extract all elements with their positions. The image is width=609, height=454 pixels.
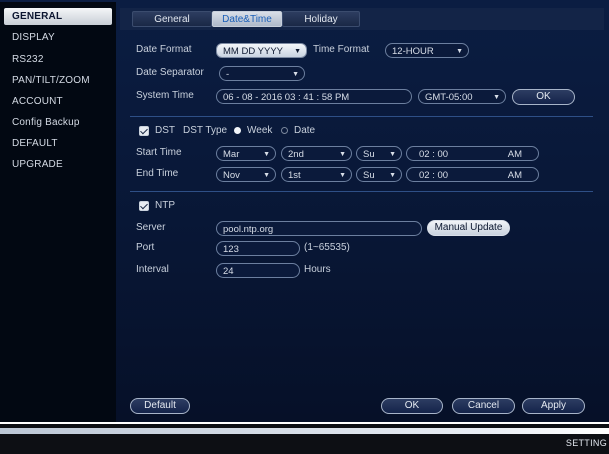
- sidebar-item-rs232[interactable]: RS232: [4, 52, 112, 67]
- start-week-value: 2nd: [288, 149, 304, 160]
- end-time-value: 02 : 00: [419, 170, 449, 181]
- ntp-label: NTP: [155, 200, 175, 211]
- sidebar-item-pan-tilt-zoom[interactable]: PAN/TILT/ZOOM: [4, 73, 112, 88]
- dst-checkbox[interactable]: [139, 126, 149, 136]
- time-format-label: Time Format: [313, 44, 370, 55]
- manual-update-button[interactable]: Manual Update: [427, 220, 510, 236]
- sidebar-item-upgrade[interactable]: UPGRADE: [4, 157, 112, 172]
- start-month-select[interactable]: Mar ▼: [216, 146, 276, 161]
- start-time-value: 02 : 00: [419, 149, 449, 160]
- date-format-label: Date Format: [136, 44, 192, 55]
- timezone-value: GMT-05:00: [425, 92, 473, 103]
- ntp-port-label: Port: [136, 242, 155, 253]
- sidebar-item-general[interactable]: GENERAL: [4, 8, 112, 25]
- ntp-checkbox[interactable]: [139, 201, 149, 211]
- system-time-input[interactable]: 06 - 08 - 2016 03 : 41 : 58 PM: [216, 89, 412, 104]
- divider: [130, 191, 593, 192]
- start-time-label: Start Time: [136, 147, 182, 158]
- end-day-value: Su: [363, 170, 375, 181]
- sidebar-item-config-backup[interactable]: Config Backup: [4, 115, 112, 130]
- end-day-select[interactable]: Su ▼: [356, 167, 402, 182]
- dst-date-radio[interactable]: [281, 127, 288, 134]
- timezone-select[interactable]: GMT-05:00 ▼: [418, 89, 506, 104]
- start-day-select[interactable]: Su ▼: [356, 146, 402, 161]
- dst-label: DST: [155, 125, 175, 136]
- ntp-port-range: (1~65535): [304, 242, 350, 253]
- dst-week-radio[interactable]: [234, 127, 241, 134]
- start-time-input[interactable]: 02 : 00 AM: [406, 146, 539, 161]
- tab-holiday[interactable]: Holiday: [282, 11, 360, 27]
- tab-general[interactable]: General: [132, 11, 212, 27]
- status-text: SETTING: [565, 438, 607, 448]
- ntp-interval-input[interactable]: 24: [216, 263, 300, 278]
- date-separator-label: Date Separator: [136, 67, 204, 78]
- ntp-server-label: Server: [136, 222, 166, 233]
- cancel-button[interactable]: Cancel: [452, 398, 515, 414]
- tab-bar: General Date&Time Holiday: [120, 8, 604, 30]
- date-separator-select[interactable]: - ▼: [219, 66, 305, 81]
- tab-date-time[interactable]: Date&Time: [212, 11, 282, 27]
- ok-button[interactable]: OK: [381, 398, 443, 414]
- end-time-label: End Time: [136, 168, 179, 179]
- chevron-down-icon: ▼: [493, 94, 500, 101]
- chevron-down-icon: ▼: [263, 151, 270, 158]
- chevron-down-icon: ▼: [456, 48, 463, 55]
- chevron-down-icon: ▼: [294, 48, 301, 55]
- status-strip: [0, 428, 609, 434]
- time-format-select[interactable]: 12-HOUR ▼: [385, 43, 469, 58]
- divider: [130, 116, 593, 117]
- chevron-down-icon: ▼: [389, 151, 396, 158]
- ntp-interval-unit: Hours: [304, 264, 331, 275]
- dst-week-label: Week: [247, 125, 273, 136]
- default-button[interactable]: Default: [130, 398, 190, 414]
- ntp-port-input[interactable]: 123: [216, 241, 300, 256]
- sidebar: GENERAL DISPLAY RS232 PAN/TILT/ZOOM ACCO…: [0, 2, 116, 422]
- sidebar-item-account[interactable]: ACCOUNT: [4, 94, 112, 109]
- chevron-down-icon: ▼: [389, 172, 396, 179]
- sidebar-item-default[interactable]: DEFAULT: [4, 136, 112, 151]
- date-separator-value: -: [226, 69, 230, 80]
- chevron-down-icon: ▼: [292, 71, 299, 78]
- ntp-server-input[interactable]: pool.ntp.org: [216, 221, 422, 236]
- apply-button[interactable]: Apply: [522, 398, 585, 414]
- dst-type-label: DST Type: [183, 125, 228, 136]
- time-format-value: 12-HOUR: [392, 46, 434, 57]
- status-bar: SETTING: [0, 424, 609, 454]
- date-format-value: MM DD YYYY: [223, 46, 284, 57]
- start-month-value: Mar: [223, 149, 240, 160]
- chevron-down-icon: ▼: [339, 151, 346, 158]
- system-time-ok-button[interactable]: OK: [512, 89, 575, 105]
- start-ampm-value: AM: [507, 149, 522, 160]
- end-week-value: 1st: [288, 170, 301, 181]
- chevron-down-icon: ▼: [263, 172, 270, 179]
- end-month-select[interactable]: Nov ▼: [216, 167, 276, 182]
- end-time-input[interactable]: 02 : 00 AM: [406, 167, 539, 182]
- start-day-value: Su: [363, 149, 375, 160]
- date-format-select[interactable]: MM DD YYYY ▼: [216, 43, 307, 58]
- end-ampm-value: AM: [507, 170, 522, 181]
- chevron-down-icon: ▼: [339, 172, 346, 179]
- settings-window: GENERAL DISPLAY RS232 PAN/TILT/ZOOM ACCO…: [0, 0, 609, 422]
- sidebar-item-display[interactable]: DISPLAY: [4, 30, 112, 45]
- ntp-interval-label: Interval: [136, 264, 169, 275]
- end-month-value: Nov: [223, 170, 240, 181]
- dst-date-label: Date: [294, 125, 316, 136]
- end-week-select[interactable]: 1st ▼: [281, 167, 352, 182]
- system-time-label: System Time: [136, 90, 194, 101]
- start-week-select[interactable]: 2nd ▼: [281, 146, 352, 161]
